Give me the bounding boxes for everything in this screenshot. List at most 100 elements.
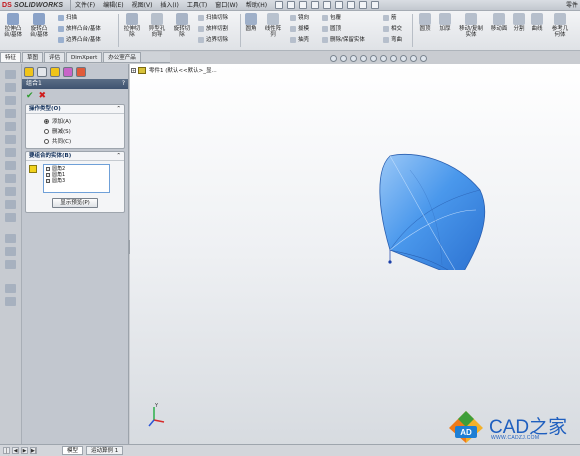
zoom-area-icon[interactable]	[340, 54, 347, 62]
first-tab-arrow-icon[interactable]: |◀	[3, 447, 10, 456]
flyout-feature-tree[interactable]: + 零件1 (默认<<默认>_显...	[131, 66, 217, 74]
flex-button[interactable]: 弯曲	[383, 37, 402, 43]
display-style-icon[interactable]	[380, 54, 387, 62]
menu-window[interactable]: 窗口(W)	[211, 0, 242, 11]
undo-icon[interactable]	[323, 1, 332, 9]
sweep-button[interactable]: 扫描	[58, 15, 77, 21]
display-manager-icon[interactable]	[76, 66, 86, 77]
lofted-cut-button[interactable]: 放样切割	[198, 26, 228, 32]
radio-icon[interactable]	[44, 128, 49, 134]
section-view-icon[interactable]	[360, 54, 367, 62]
smart-dimension-icon[interactable]	[5, 213, 16, 222]
centerline-icon[interactable]	[5, 148, 16, 157]
open-icon[interactable]	[287, 1, 296, 9]
menu-insert[interactable]: 插入(I)	[156, 0, 182, 11]
solidworks-logo[interactable]: DS SOLIDWORKS	[0, 0, 70, 11]
view-settings-icon[interactable]	[420, 54, 427, 62]
shell-small-button[interactable]: 抽壳	[290, 37, 309, 43]
rebuild-icon[interactable]	[347, 1, 356, 9]
swept-cut-button[interactable]: 扫描切除	[198, 15, 228, 21]
hole-wizard-button[interactable]: 异型孔 向导	[146, 11, 168, 38]
sketch-fillet-icon[interactable]	[5, 161, 16, 170]
reference-geometry-button[interactable]: 参考几 何体	[548, 11, 572, 38]
draft-small-button[interactable]: 拔模	[290, 26, 309, 32]
intersect-small-button[interactable]: 相交	[383, 26, 402, 32]
menu-edit[interactable]: 编辑(E)	[99, 0, 127, 11]
new-icon[interactable]	[275, 1, 284, 9]
display-relations-icon[interactable]	[5, 247, 16, 256]
menu-view[interactable]: 视图(V)	[128, 0, 157, 11]
menu-file[interactable]: 文件(F)	[70, 0, 99, 11]
help-icon[interactable]: ?	[122, 79, 125, 89]
sketch-line-icon[interactable]	[5, 70, 16, 79]
linear-pattern-button[interactable]: 线性阵 列	[262, 11, 284, 38]
add-option[interactable]: 添加(A)	[26, 116, 124, 126]
next-tab-arrow-icon[interactable]: ▶	[21, 447, 28, 454]
view-orientation-icon[interactable]	[370, 54, 377, 62]
extruded-cut-button[interactable]: 拉伸切 除	[121, 11, 143, 38]
sketch-circle-icon[interactable]	[5, 96, 16, 105]
add-relation-icon[interactable]	[5, 234, 16, 243]
sketch-arc-icon[interactable]	[5, 109, 16, 118]
construction-geometry-icon[interactable]	[5, 260, 16, 269]
options-icon[interactable]	[371, 1, 380, 9]
wrap-small-button[interactable]: 包覆	[322, 15, 341, 21]
offset-entities-icon[interactable]	[5, 174, 16, 183]
reference-axis-icon[interactable]	[5, 297, 16, 306]
menu-help[interactable]: 帮助(H)	[242, 0, 271, 11]
thicken-button[interactable]: 加厚	[436, 11, 454, 32]
property-manager-icon[interactable]	[37, 66, 47, 77]
mirror-small-button[interactable]: 镜向	[290, 15, 309, 21]
curves-button[interactable]: 曲线	[529, 11, 545, 32]
dome-small-button[interactable]: 圆顶	[322, 26, 341, 32]
move-copy-body-button[interactable]: 移动/复制实体	[456, 11, 486, 38]
extruded-boss-button[interactable]: 拉伸凸 台/基体	[2, 11, 24, 38]
collapse-icon[interactable]: ⌃	[116, 152, 121, 161]
rib-small-button[interactable]: 筋	[383, 15, 397, 21]
combined-solid-model[interactable]	[370, 150, 490, 270]
sketch-point-icon[interactable]	[5, 135, 16, 144]
revolved-cut-button[interactable]: 旋转切 除	[171, 11, 193, 38]
move-face-button[interactable]: 移动面	[488, 11, 510, 32]
radio-selected-icon[interactable]	[44, 118, 49, 124]
reference-plane-icon[interactable]	[5, 284, 16, 293]
delete-body-button[interactable]: 删除/保留实体	[322, 37, 365, 43]
graphics-area[interactable]	[130, 64, 580, 444]
fillet-button[interactable]: 圆角	[242, 11, 260, 32]
operation-type-header[interactable]: 操作类型(O) ⌃	[26, 105, 124, 114]
dimxpert-manager-icon[interactable]	[63, 66, 73, 77]
boundary-cut-button[interactable]: 边界切除	[198, 37, 228, 43]
trim-entities-icon[interactable]	[5, 187, 16, 196]
feature-manager-icon[interactable]	[24, 66, 34, 77]
tab-evaluate[interactable]: 评估	[44, 52, 66, 62]
bodies-to-combine-header[interactable]: 要组合的实体(B) ⌃	[26, 152, 124, 161]
mirror-entities-icon[interactable]	[5, 200, 16, 209]
tab-sketch[interactable]: 草图	[22, 52, 44, 62]
hide-show-icon[interactable]	[390, 54, 397, 62]
bodies-list[interactable]: 圆角2 圆角1 圆角3	[43, 164, 110, 193]
show-preview-button[interactable]: 显示预览(P)	[52, 198, 98, 208]
ok-button[interactable]: ✔	[26, 91, 34, 101]
list-item[interactable]: 圆角3	[46, 178, 107, 184]
tab-dimxpert[interactable]: DimXpert	[66, 52, 103, 62]
tab-motion-study[interactable]: 运动算例 1	[86, 446, 124, 455]
subtract-option[interactable]: 删减(S)	[26, 126, 124, 136]
common-option[interactable]: 共同(C)	[26, 136, 124, 146]
tab-features[interactable]: 特征	[0, 52, 22, 62]
sketch-spline-icon[interactable]	[5, 122, 16, 131]
configuration-manager-icon[interactable]	[50, 66, 60, 77]
dome-button[interactable]: 圆顶	[416, 11, 434, 32]
previous-view-icon[interactable]	[350, 54, 357, 62]
select-icon[interactable]	[335, 1, 344, 9]
revolved-boss-button[interactable]: 旋转凸 台/基体	[28, 11, 50, 38]
collapse-icon[interactable]: ⌃	[116, 105, 121, 114]
edit-appearance-icon[interactable]	[400, 54, 407, 62]
file-properties-icon[interactable]	[359, 1, 368, 9]
split-button[interactable]: 分割	[511, 11, 527, 32]
loft-boss-button[interactable]: 放样凸台/基体	[58, 26, 101, 32]
last-tab-arrow-icon[interactable]: ▶|	[30, 447, 37, 454]
previous-tab-arrow-icon[interactable]: ◀	[12, 447, 19, 454]
boundary-boss-button[interactable]: 边界凸台/基体	[58, 37, 101, 43]
expand-icon[interactable]: +	[131, 67, 136, 73]
print-icon[interactable]	[311, 1, 320, 9]
